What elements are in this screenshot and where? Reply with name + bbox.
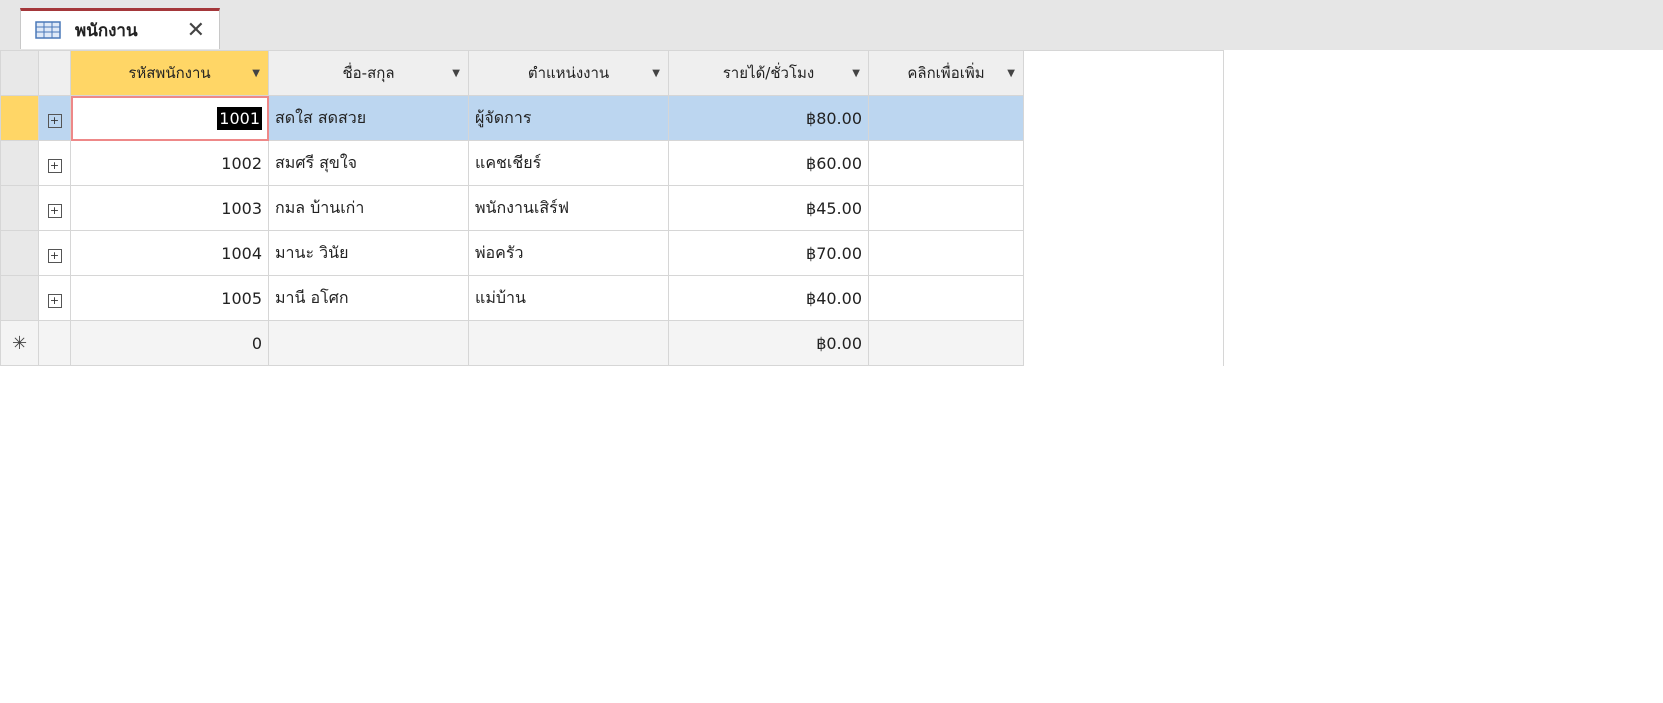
column-header-id[interactable]: รหัสพนักงาน ▼ — [70, 50, 269, 96]
tab-label: พนักงาน — [75, 20, 138, 41]
tab-employees[interactable]: พนักงาน ✕ — [20, 8, 220, 49]
cell-position[interactable]: แคชเชียร์ — [468, 140, 669, 186]
cell-id[interactable]: 1002 — [70, 140, 269, 186]
row-selector[interactable] — [0, 275, 39, 321]
expand-empty — [38, 320, 71, 366]
cell-id[interactable]: 1001 — [70, 95, 269, 141]
cell-add[interactable] — [868, 140, 1024, 186]
cell-wage[interactable]: ฿60.00 — [668, 140, 869, 186]
cell-id[interactable]: 1004 — [70, 230, 269, 276]
cell-wage[interactable]: ฿80.00 — [668, 95, 869, 141]
column-header-label: รหัสพนักงาน — [128, 64, 211, 82]
chevron-down-icon[interactable]: ▼ — [452, 68, 460, 79]
table-row[interactable]: + 1002 สมศรี สุขใจ แคชเชียร์ ฿60.00 — [0, 140, 1224, 186]
cell-wage[interactable]: ฿45.00 — [668, 185, 869, 231]
plus-box-icon[interactable]: + — [38, 230, 71, 276]
table-row[interactable]: + 1004 มานะ วินัย พ่อครัว ฿70.00 — [0, 230, 1224, 276]
column-header-add[interactable]: คลิกเพื่อเพิ่ม ▼ — [868, 50, 1024, 96]
column-header-label: ตำแหน่งงาน — [527, 64, 610, 82]
cell-wage[interactable]: ฿40.00 — [668, 275, 869, 321]
table-icon — [35, 21, 61, 39]
plus-box-icon[interactable]: + — [38, 140, 71, 186]
column-header-label: ชื่อ-สกุล — [342, 64, 395, 82]
chevron-down-icon[interactable]: ▼ — [1007, 68, 1015, 79]
datasheet-table: รหัสพนักงาน ▼ ชื่อ-สกุล ▼ ตำแหน่งงาน ▼ รายไ… — [0, 50, 1224, 366]
chevron-down-icon[interactable]: ▼ — [852, 68, 860, 79]
row-selector[interactable] — [0, 95, 39, 141]
table-row[interactable]: + 1005 มานี อโศก แม่บ้าน ฿40.00 — [0, 275, 1224, 321]
empty-cell — [1023, 230, 1224, 276]
datasheet: รหัสพนักงาน ▼ ชื่อ-สกุล ▼ ตำแหน่งงาน ▼ รายไ… — [0, 50, 1663, 703]
column-header-label: คลิกเพื่อเพิ่ม — [907, 64, 985, 82]
column-header-wage[interactable]: รายได้/ชั่วโมง ▼ — [668, 50, 869, 96]
cell-add[interactable] — [868, 95, 1024, 141]
cell-name[interactable] — [268, 320, 469, 366]
cell-add[interactable] — [868, 275, 1024, 321]
column-header-name[interactable]: ชื่อ-สกุล ▼ — [268, 50, 469, 96]
header-row: รหัสพนักงาน ▼ ชื่อ-สกุล ▼ ตำแหน่งงาน ▼ รายไ… — [0, 50, 1224, 96]
new-record-icon[interactable]: ✳ — [0, 320, 39, 366]
row-selector[interactable] — [0, 140, 39, 186]
plus-box-icon[interactable]: + — [38, 95, 71, 141]
plus-box-icon[interactable]: + — [38, 185, 71, 231]
cell-position[interactable] — [468, 320, 669, 366]
new-record-row[interactable]: ✳ 0 ฿0.00 — [0, 320, 1224, 366]
cell-name[interactable]: มานะ วินัย — [268, 230, 469, 276]
cell-add[interactable] — [868, 320, 1024, 366]
chevron-down-icon[interactable]: ▼ — [252, 68, 260, 79]
document-tab-bar: พนักงาน ✕ — [0, 0, 1663, 51]
table-row[interactable]: + 1003 กมล บ้านเก่า พนักงานเสิร์ฟ ฿45.00 — [0, 185, 1224, 231]
column-header-label: รายได้/ชั่วโมง — [722, 64, 815, 82]
cell-id[interactable]: 0 — [70, 320, 269, 366]
select-all-corner[interactable] — [0, 50, 39, 96]
empty-cell — [1023, 185, 1224, 231]
cell-id-text: 1001 — [217, 106, 262, 130]
cell-id[interactable]: 1003 — [70, 185, 269, 231]
cell-id[interactable]: 1005 — [70, 275, 269, 321]
cell-position[interactable]: แม่บ้าน — [468, 275, 669, 321]
empty-cell — [1023, 95, 1224, 141]
table-row[interactable]: + 1001 สดใส สดสวย ผู้จัดการ ฿80.00 — [0, 95, 1224, 141]
chevron-down-icon[interactable]: ▼ — [652, 68, 660, 79]
cell-name[interactable]: สดใส สดสวย — [268, 95, 469, 141]
cell-position[interactable]: ผู้จัดการ — [468, 95, 669, 141]
cell-name[interactable]: มานี อโศก — [268, 275, 469, 321]
row-selector[interactable] — [0, 185, 39, 231]
plus-box-icon[interactable]: + — [38, 275, 71, 321]
cell-position[interactable]: พนักงานเสิร์ฟ — [468, 185, 669, 231]
cell-name[interactable]: กมล บ้านเก่า — [268, 185, 469, 231]
cell-wage[interactable]: ฿0.00 — [668, 320, 869, 366]
row-selector[interactable] — [0, 230, 39, 276]
cell-wage[interactable]: ฿70.00 — [668, 230, 869, 276]
cell-add[interactable] — [868, 230, 1024, 276]
cell-name[interactable]: สมศรี สุขใจ — [268, 140, 469, 186]
cell-add[interactable] — [868, 185, 1024, 231]
empty-cell — [1023, 275, 1224, 321]
empty-cell — [1023, 140, 1224, 186]
close-icon[interactable]: ✕ — [187, 18, 205, 43]
expand-header — [38, 50, 71, 96]
empty-column — [1023, 50, 1224, 96]
cell-position[interactable]: พ่อครัว — [468, 230, 669, 276]
column-header-position[interactable]: ตำแหน่งงาน ▼ — [468, 50, 669, 96]
empty-cell — [1023, 320, 1224, 366]
